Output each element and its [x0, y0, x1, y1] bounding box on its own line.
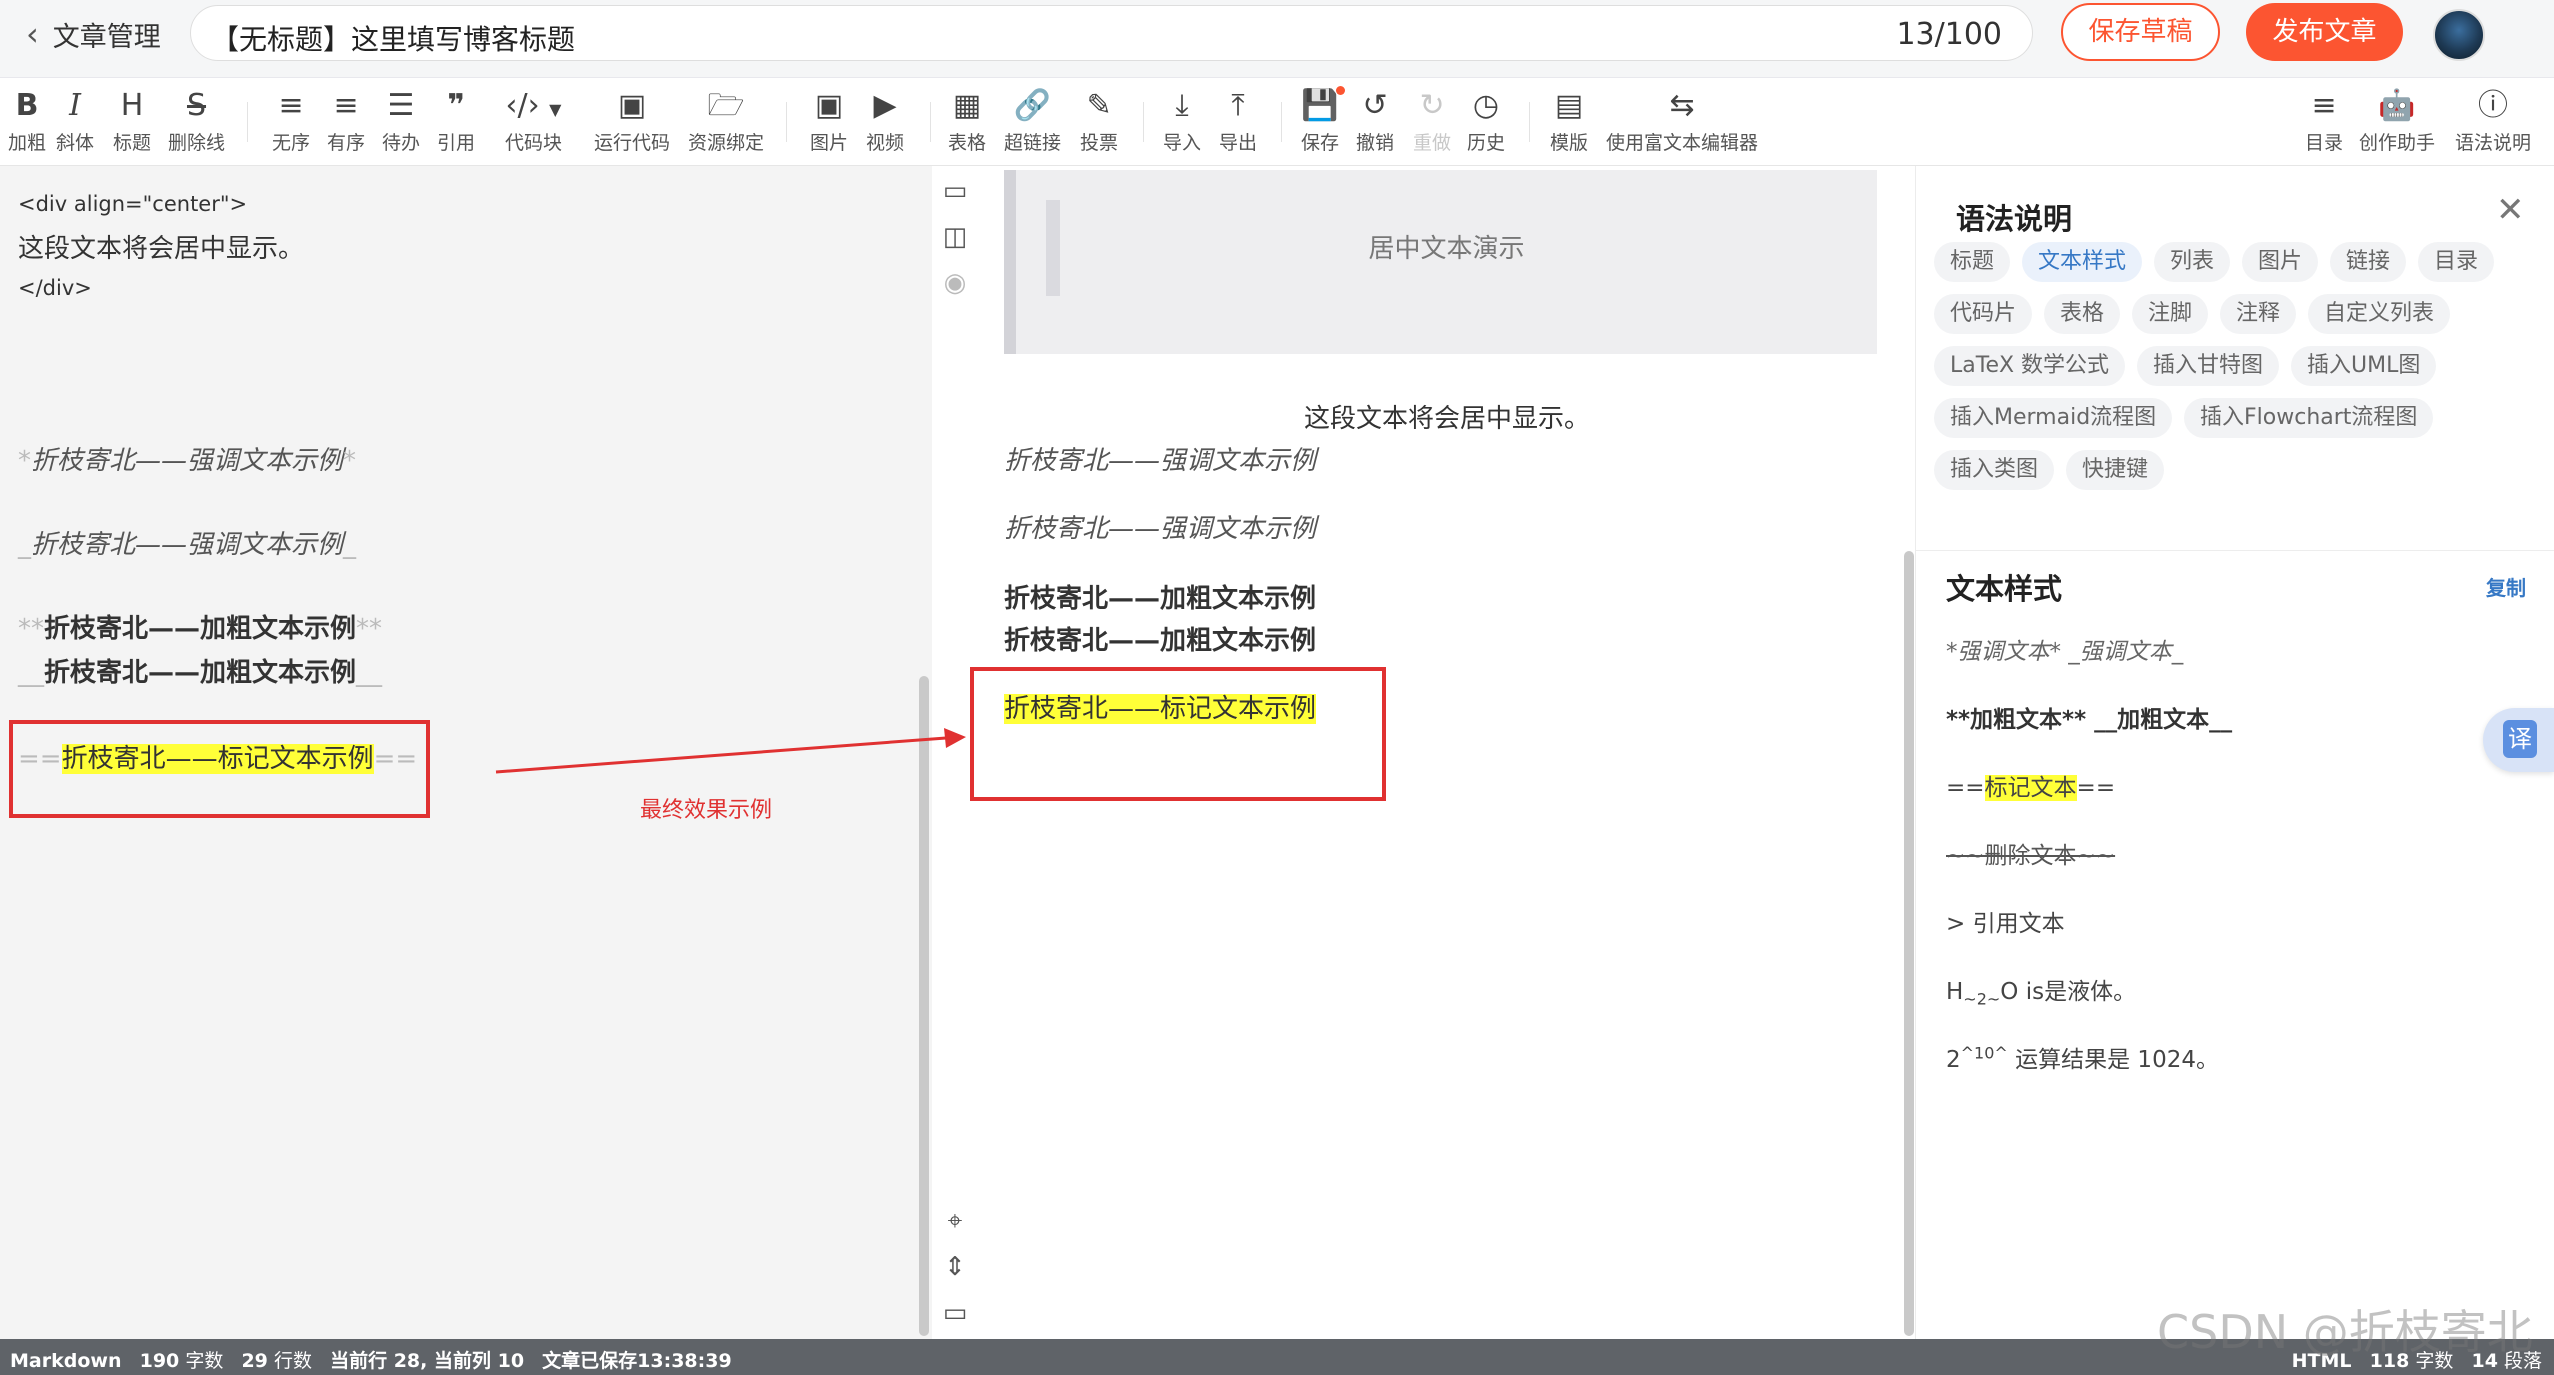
example-quote: > 引用文本: [1946, 911, 2065, 937]
section-title: 文本样式: [1946, 572, 2063, 606]
syntax-tag[interactable]: 目录: [2418, 242, 2495, 282]
panel-title: 语法说明: [1956, 202, 2073, 236]
example-emphasis: *强调文本* _强调文本_: [1946, 639, 2184, 665]
syntax-tag[interactable]: 链接: [2330, 242, 2407, 282]
copy-button[interactable]: 复制: [2486, 572, 2526, 601]
syntax-tag[interactable]: 标题: [1934, 242, 2011, 282]
watermark: CSDN @折枝寄北: [2157, 1305, 2533, 1359]
example-delete: ~~删除文本~~: [1946, 843, 2116, 869]
translate-icon: 译: [2503, 720, 2537, 758]
syntax-tag[interactable]: 插入UML图: [2291, 346, 2437, 386]
syntax-tag[interactable]: 插入甘特图: [2137, 346, 2280, 386]
syntax-tag[interactable]: LaTeX 数学公式: [1934, 346, 2126, 386]
close-icon[interactable]: ✕: [2496, 190, 2525, 230]
syntax-tag[interactable]: 列表: [2154, 242, 2231, 282]
example-bold: **加粗文本** __加粗文本__: [1946, 707, 2233, 733]
example-mark: ==标记文本==: [1946, 775, 2116, 801]
syntax-tag[interactable]: 插入Mermaid流程图: [1934, 398, 2173, 438]
annotation-label: 最终效果示例: [640, 798, 773, 823]
syntax-tag[interactable]: 自定义列表: [2308, 294, 2451, 334]
syntax-tag[interactable]: 插入类图: [1934, 450, 2055, 490]
syntax-tag[interactable]: 快捷键: [2066, 450, 2165, 490]
syntax-tag[interactable]: 插入Flowchart流程图: [2184, 398, 2434, 438]
status-left: Markdown 190 字数 29 行数 当前行 28, 当前列 10 文章已…: [10, 1350, 732, 1372]
panel-divider: [1916, 550, 2554, 551]
example-subscript: H~2~O is是液体。: [1946, 979, 2137, 1009]
translate-button[interactable]: 译: [2483, 708, 2554, 772]
syntax-tag[interactable]: 代码片: [1934, 294, 2033, 334]
syntax-tag[interactable]: 图片: [2242, 242, 2319, 282]
syntax-tag[interactable]: 注释: [2220, 294, 2297, 334]
example-superscript: 2^10^ 运算结果是 1024。: [1946, 1043, 2219, 1073]
syntax-help-panel: 语法说明 ✕ 标题 文本样式 列表 图片 链接 目录 代码片 表格 注脚 注释 自定义列表 LaTeX…: [1915, 166, 2554, 1339]
syntax-tag[interactable]: 注脚: [2132, 294, 2209, 334]
syntax-tag[interactable]: 表格: [2044, 294, 2121, 334]
syntax-tag[interactable]: 文本样式: [2022, 242, 2143, 282]
